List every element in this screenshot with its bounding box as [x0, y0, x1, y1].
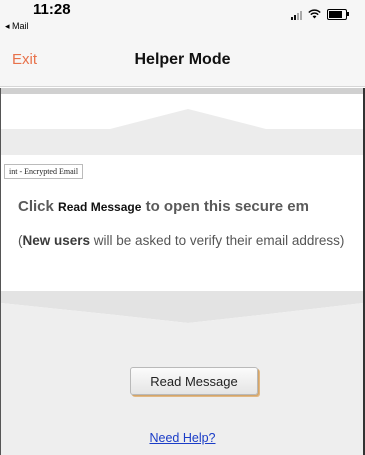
need-help-link[interactable]: Need Help?	[0, 431, 365, 445]
brand-label: int - Encrypted Email	[4, 164, 84, 179]
instruction-button-name: Read Message	[58, 200, 142, 214]
note-new-users: New users	[22, 233, 91, 248]
status-icons	[291, 9, 349, 20]
back-to-mail-link[interactable]: ◂ Mail	[5, 21, 29, 32]
instruction-text: Click Read Message to open this secure e…	[18, 198, 309, 215]
navigation-bar: Exit Helper Mode	[0, 36, 365, 87]
status-bar: 11:28 ◂ Mail	[0, 0, 365, 36]
battery-icon	[327, 9, 349, 20]
read-message-button[interactable]: Read Message	[130, 367, 258, 395]
note-rest: will be asked to verify their email addr…	[90, 233, 345, 248]
header-chevron-shape	[1, 109, 363, 155]
wifi-icon	[308, 9, 321, 20]
instruction-suffix: to open this secure em	[145, 198, 309, 215]
new-user-note: (New users will be asked to verify their…	[18, 232, 358, 250]
signal-icon	[291, 10, 302, 20]
top-divider	[0, 88, 365, 94]
status-time: 11:28	[33, 1, 71, 18]
instruction-prefix: Click	[18, 198, 54, 215]
page-title: Helper Mode	[134, 51, 231, 68]
